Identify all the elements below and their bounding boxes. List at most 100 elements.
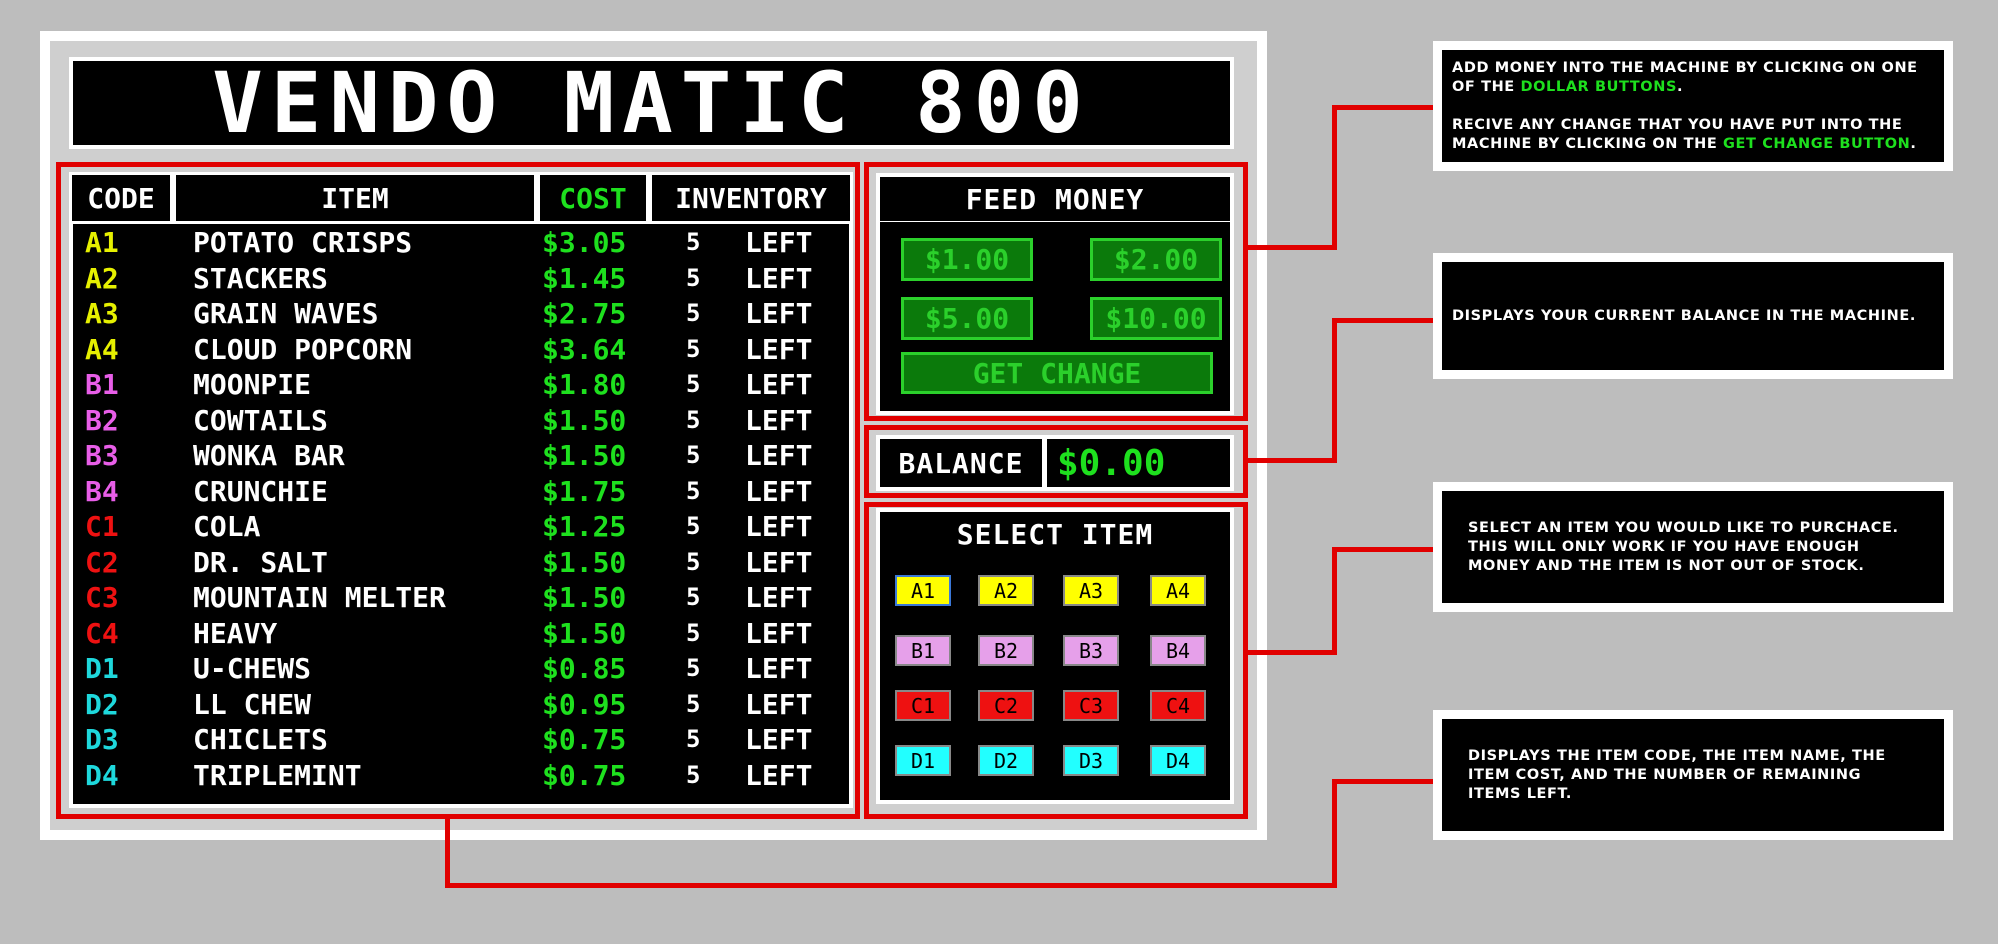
item-inventory-count: 5 bbox=[686, 370, 701, 398]
add-1-dollar-button[interactable]: $1.00 bbox=[901, 238, 1033, 281]
item-inventory-count: 5 bbox=[686, 654, 701, 682]
header-code: CODE bbox=[69, 172, 173, 224]
item-name: WONKA BAR bbox=[193, 439, 345, 472]
select-b4-button[interactable]: B4 bbox=[1150, 635, 1206, 666]
money-help-callout: ADD MONEY INTO THE MACHINE BY CLICKING O… bbox=[1433, 41, 1953, 171]
item-inventory-count: 5 bbox=[686, 263, 701, 292]
item-code: A3 bbox=[85, 297, 119, 330]
item-code: D2 bbox=[85, 687, 119, 721]
item-inventory-label: LEFT bbox=[745, 226, 813, 259]
connector-line bbox=[1332, 318, 1433, 323]
item-name: HEAVY bbox=[193, 616, 278, 650]
select-b3-button[interactable]: B3 bbox=[1063, 635, 1119, 666]
item-name: CRUNCHIE bbox=[193, 474, 328, 508]
add-2-dollar-button[interactable]: $2.00 bbox=[1090, 238, 1222, 281]
table-row: A4 CLOUD POPCORN $3.64 5 LEFT bbox=[85, 332, 845, 368]
item-cost: $1.75 bbox=[542, 474, 627, 508]
select-b1-button[interactable]: B1 bbox=[895, 635, 951, 666]
item-inventory-count: 5 bbox=[686, 689, 701, 718]
select-a2-button[interactable]: A2 bbox=[978, 575, 1034, 606]
item-name: COLA bbox=[193, 510, 261, 543]
connector-line bbox=[445, 883, 1337, 888]
item-inventory-label: LEFT bbox=[745, 332, 813, 366]
select-a1-button[interactable]: A1 bbox=[895, 575, 951, 606]
select-d4-button[interactable]: D4 bbox=[1150, 745, 1206, 776]
item-code: C1 bbox=[85, 510, 119, 543]
header-item: ITEM bbox=[173, 172, 537, 224]
item-cost: $0.85 bbox=[542, 652, 627, 685]
title-banner: VENDO MATIC 800 bbox=[69, 54, 1234, 152]
connector-line bbox=[1332, 105, 1337, 250]
connector-line bbox=[1248, 458, 1337, 463]
item-inventory-label: LEFT bbox=[745, 581, 813, 614]
table-row: D4 TRIPLEMINT $0.75 5 LEFT bbox=[85, 758, 845, 794]
item-inventory-count: 5 bbox=[686, 618, 701, 647]
header-cost: COST bbox=[537, 172, 649, 224]
select-a4-button[interactable]: A4 bbox=[1150, 575, 1206, 606]
select-c2-button[interactable]: C2 bbox=[978, 690, 1034, 721]
select-b2-button[interactable]: B2 bbox=[978, 635, 1034, 666]
dollar-buttons-highlight: DOLLAR BUTTONS bbox=[1520, 79, 1677, 95]
table-row: B1 MOONPIE $1.80 5 LEFT bbox=[85, 367, 845, 403]
item-cost: $2.75 bbox=[542, 297, 627, 330]
item-rows: A1 POTATO CRISPS $3.05 5 LEFT A2 STACKERS $1.45… bbox=[85, 225, 845, 793]
balance-help-callout: DISPLAYS YOUR CURRENT BALANCE IN THE MAC… bbox=[1433, 253, 1953, 379]
item-cost: $0.75 bbox=[542, 723, 627, 756]
item-inventory-count: 5 bbox=[686, 476, 701, 505]
item-code: D1 bbox=[85, 652, 119, 685]
table-header: CODE ITEM COST INVENTORY bbox=[69, 172, 853, 224]
item-cost: $1.50 bbox=[542, 545, 627, 579]
add-10-dollar-button[interactable]: $10.00 bbox=[1090, 297, 1222, 340]
table-row: D2 LL CHEW $0.95 5 LEFT bbox=[85, 687, 845, 723]
table-row: A2 STACKERS $1.45 5 LEFT bbox=[85, 261, 845, 297]
connector-line bbox=[1332, 779, 1433, 784]
item-code: A4 bbox=[85, 332, 119, 366]
item-name: CLOUD POPCORN bbox=[193, 332, 413, 366]
item-inventory-label: LEFT bbox=[745, 261, 813, 295]
item-inventory-label: LEFT bbox=[745, 723, 813, 756]
select-a3-button[interactable]: A3 bbox=[1063, 575, 1119, 606]
item-cost: $1.50 bbox=[542, 581, 627, 614]
item-code: C3 bbox=[85, 581, 119, 614]
item-inventory-count: 5 bbox=[686, 547, 701, 576]
select-c3-button[interactable]: C3 bbox=[1063, 690, 1119, 721]
select-c4-button[interactable]: C4 bbox=[1150, 690, 1206, 721]
item-code: D3 bbox=[85, 723, 119, 756]
item-inventory-label: LEFT bbox=[745, 652, 813, 685]
connector-line bbox=[1248, 650, 1337, 655]
money-help-text-2: RECIVE ANY CHANGE THAT YOU HAVE PUT INTO… bbox=[1452, 117, 1917, 152]
item-name: DR. SALT bbox=[193, 545, 328, 579]
item-code: C4 bbox=[85, 616, 119, 650]
select-d1-button[interactable]: D1 bbox=[895, 745, 951, 776]
connector-line bbox=[1248, 245, 1337, 250]
item-inventory-count: 5 bbox=[686, 405, 701, 434]
table-row: C2 DR. SALT $1.50 5 LEFT bbox=[85, 545, 845, 581]
table-help-callout: DISPLAYS THE ITEM CODE, THE ITEM NAME, T… bbox=[1433, 710, 1953, 840]
item-code: B2 bbox=[85, 403, 119, 437]
select-help-callout: SELECT AN ITEM YOU WOULD LIKE TO PURCHAC… bbox=[1433, 482, 1953, 612]
item-cost: $0.75 bbox=[542, 758, 627, 792]
balance-label: BALANCE bbox=[876, 435, 1046, 491]
item-inventory-count: 5 bbox=[686, 228, 701, 256]
item-inventory-label: LEFT bbox=[745, 545, 813, 579]
item-inventory-label: LEFT bbox=[745, 510, 813, 543]
get-change-button[interactable]: GET CHANGE bbox=[901, 352, 1213, 394]
add-5-dollar-button[interactable]: $5.00 bbox=[901, 297, 1033, 340]
item-inventory-label: LEFT bbox=[745, 297, 813, 330]
table-row: D3 CHICLETS $0.75 5 LEFT bbox=[85, 722, 845, 758]
connector-line bbox=[1332, 779, 1337, 888]
item-cost: $1.80 bbox=[542, 368, 627, 401]
table-row: A3 GRAIN WAVES $2.75 5 LEFT bbox=[85, 296, 845, 332]
select-d2-button[interactable]: D2 bbox=[978, 745, 1034, 776]
item-cost: $1.50 bbox=[542, 403, 627, 437]
item-inventory-label: LEFT bbox=[745, 474, 813, 508]
item-name: COWTAILS bbox=[193, 403, 328, 437]
item-name: MOUNTAIN MELTER bbox=[193, 581, 446, 614]
select-d3-button[interactable]: D3 bbox=[1063, 745, 1119, 776]
item-code: B1 bbox=[85, 368, 119, 401]
select-c1-button[interactable]: C1 bbox=[895, 690, 951, 721]
item-cost: $1.50 bbox=[542, 616, 627, 650]
item-inventory-label: LEFT bbox=[745, 368, 813, 401]
connector-line bbox=[1332, 547, 1337, 655]
item-inventory-count: 5 bbox=[686, 334, 701, 363]
